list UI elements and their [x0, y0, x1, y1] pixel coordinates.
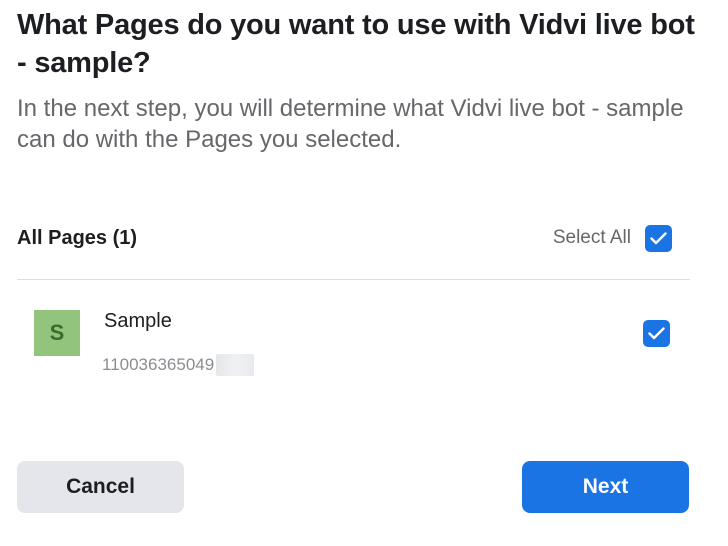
next-button[interactable]: Next — [522, 461, 689, 513]
list-divider — [17, 279, 690, 280]
cancel-button[interactable]: Cancel — [17, 461, 184, 513]
dialog-subtitle: In the next step, you will determine wha… — [17, 95, 684, 153]
checkmark-icon — [650, 231, 667, 244]
pages-list-header: All Pages (1) Select All — [17, 222, 672, 254]
page-selection-dialog: What Pages do you want to use with Vidvi… — [0, 0, 728, 546]
page-name: Sample — [104, 310, 172, 332]
select-all-label[interactable]: Select All — [553, 227, 631, 249]
dialog-title: What Pages do you want to use with Vidvi… — [17, 9, 695, 79]
page-checkbox[interactable] — [643, 320, 670, 347]
select-all-control[interactable]: Select All — [553, 224, 672, 252]
page-id: 110036365049 — [102, 354, 255, 376]
page-id-text: 110036365049 — [102, 355, 215, 374]
redacted-id-blur — [216, 354, 255, 376]
page-avatar: S — [34, 310, 80, 356]
all-pages-heading: All Pages (1) — [17, 226, 138, 249]
checkmark-icon — [648, 327, 665, 340]
page-list-item[interactable]: S Sample 110036365049 — [17, 300, 672, 380]
select-all-checkbox[interactable] — [645, 224, 672, 252]
